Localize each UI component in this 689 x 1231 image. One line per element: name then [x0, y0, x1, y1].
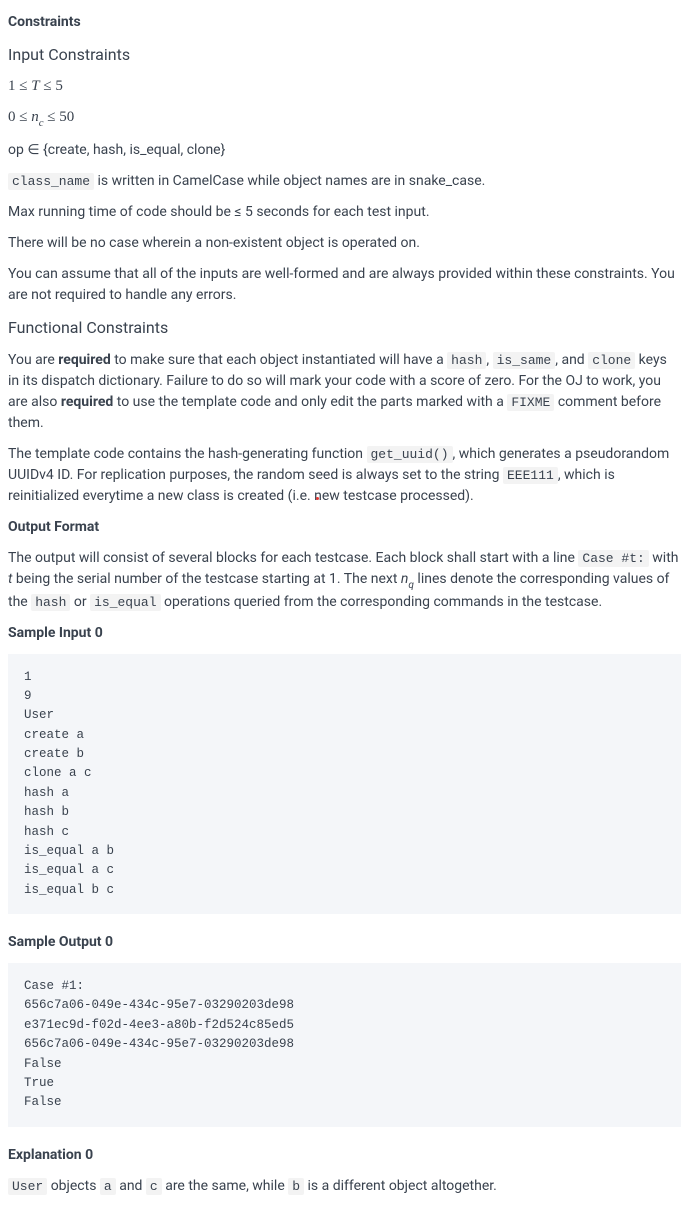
section-functional-constraints: Functional Constraints	[8, 316, 681, 340]
code-user: User	[8, 1178, 47, 1195]
op-set-suffix: }	[221, 142, 226, 158]
var-T: T	[31, 78, 39, 94]
required-word: required	[58, 352, 110, 368]
constraint-T-range: 1 ≤ T ≤ 5	[8, 75, 681, 98]
class-name-rest: is written in CamelCase while object nam…	[94, 173, 485, 189]
constraint-op-set: op ∈ {create, hash, is_equal, clone}	[8, 140, 681, 161]
section-input-constraints: Input Constraints	[8, 43, 681, 67]
var-n: n	[31, 109, 39, 125]
sub-q: q	[408, 580, 414, 591]
constraint-max-time: Max running time of code should be ≤ 5 s…	[8, 202, 681, 223]
T-low: 1	[8, 78, 16, 94]
op-leq: ≤	[43, 78, 51, 94]
red-dot-artifact	[316, 497, 319, 500]
code-a: a	[100, 1178, 116, 1195]
constraint-class-name: class_name is written in CamelCase while…	[8, 171, 681, 192]
constraint-no-missing: There will be no case wherein a non-exis…	[8, 233, 681, 254]
required-word: required	[61, 394, 113, 410]
output-format-para: The output will consist of several block…	[8, 548, 681, 613]
code-hash: hash	[447, 352, 486, 369]
section-constraints: Constraints	[8, 12, 681, 33]
code-clone: clone	[588, 352, 635, 369]
text: ,	[486, 352, 492, 368]
text: The template code contains the hash-gene…	[8, 446, 367, 462]
nc-low: 0	[8, 109, 16, 125]
code-get-uuid: get_uuid()	[367, 446, 453, 463]
text: is a different object altogether.	[304, 1178, 497, 1194]
text: with	[649, 550, 679, 566]
code-seed: EEE111	[503, 467, 558, 484]
code-is-same: is_same	[493, 352, 556, 369]
section-explanation-0: Explanation 0	[8, 1145, 681, 1166]
code-c: c	[146, 1178, 162, 1195]
op-set-items: create, hash, is_equal, clone	[48, 142, 221, 158]
constraint-nc-range: 0 ≤ nc ≤ 50	[8, 106, 681, 130]
section-sample-output-0: Sample Output 0	[8, 932, 681, 953]
code-b: b	[288, 1178, 304, 1195]
text: objects	[47, 1178, 100, 1194]
code-case: Case #t:	[578, 550, 648, 567]
op-leq: ≤	[19, 109, 27, 125]
text: or	[70, 594, 90, 610]
text: are the same, while	[162, 1178, 289, 1194]
text: , and	[555, 352, 588, 368]
functional-para-2: The template code contains the hash-gene…	[8, 444, 681, 507]
text: operations queried from the correspondin…	[161, 594, 603, 610]
text: You are	[8, 352, 58, 368]
section-output-format: Output Format	[8, 517, 681, 538]
code-hash: hash	[31, 594, 70, 611]
code-is-equal: is_equal	[90, 594, 160, 611]
functional-para-1: You are required to make sure that each …	[8, 350, 681, 434]
sample-input-0-block: 1 9 User create a create b clone a c has…	[8, 654, 681, 915]
text: and	[116, 1178, 146, 1194]
text: to make sure that each object instantiat…	[111, 352, 447, 368]
code-class-name: class_name	[8, 173, 94, 190]
section-sample-input-0: Sample Input 0	[8, 623, 681, 644]
text: to use the template code and only edit t…	[113, 394, 507, 410]
op-leq: ≤	[19, 78, 27, 94]
op-leq: ≤	[47, 109, 55, 125]
code-fixme: FIXME	[507, 394, 554, 411]
text: being the serial number of the testcase …	[12, 571, 400, 587]
text: The output will consist of several block…	[8, 550, 578, 566]
T-high: 5	[55, 78, 63, 94]
op-set-prefix: op ∈ {	[8, 142, 48, 158]
sample-output-0-block: Case #1: 656c7a06-049e-434c-95e7-0329020…	[8, 963, 681, 1127]
constraint-well-formed: You can assume that all of the inputs ar…	[8, 264, 681, 306]
nc-high: 50	[59, 109, 74, 125]
sub-c: c	[39, 117, 44, 129]
explanation-0-para: User objects a and c are the same, while…	[8, 1176, 681, 1197]
